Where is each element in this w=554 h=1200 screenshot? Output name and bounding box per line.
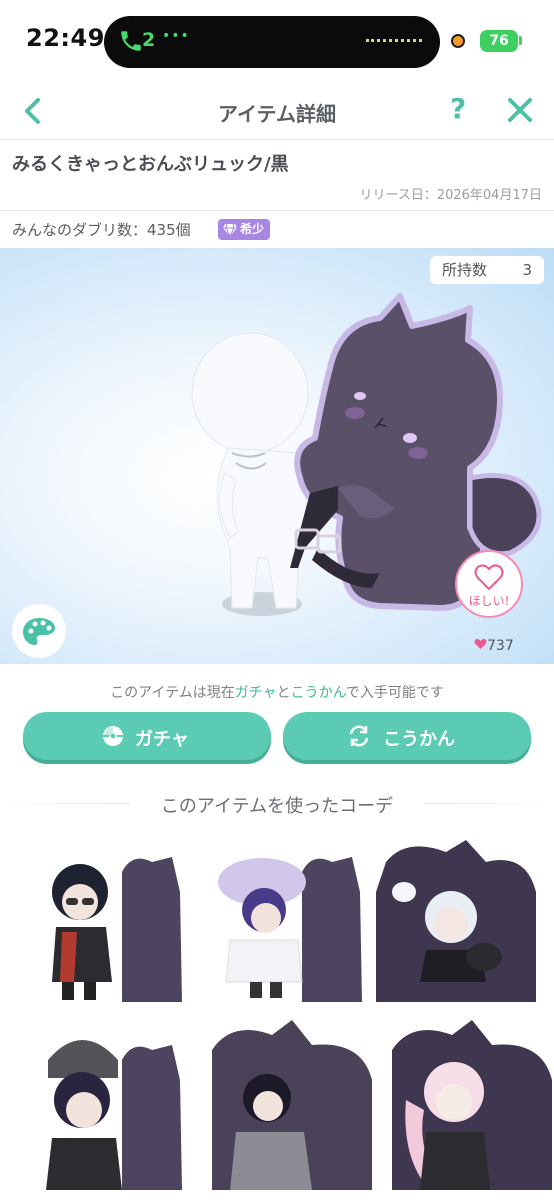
section-divider-right (424, 803, 554, 804)
dynamic-island[interactable]: 2 ••• (104, 16, 440, 68)
want-label: ほしい! (468, 594, 510, 608)
availability-gacha: ガチャ (234, 685, 277, 701)
gacha-capsule-icon (103, 726, 123, 746)
avatar-thumbnail-image (212, 1020, 372, 1190)
section-title: このアイテムを使ったコーデ (160, 796, 394, 817)
avatar-thumbnail-image (376, 840, 536, 1002)
diamond-icon (223, 223, 237, 237)
item-name: みるくきゃっとおんぶリュック/黒 (12, 154, 289, 175)
heart-icon (474, 639, 487, 649)
like-count-value: 737 (487, 638, 514, 654)
palette-button[interactable] (12, 604, 66, 658)
rarity-label: 希少 (240, 222, 265, 236)
audio-wave-icon (366, 39, 422, 43)
coordinate-thumbnail[interactable] (22, 832, 182, 1002)
availability-prefix: このアイテムは現在 (110, 685, 235, 701)
call-dots-icon: ••• (162, 28, 190, 44)
coordinate-thumbnail[interactable] (212, 1020, 372, 1190)
call-count: 2 (142, 29, 156, 51)
mic-indicator-icon (451, 34, 465, 48)
page-title: アイテム詳細 (218, 102, 336, 126)
phone-icon (121, 31, 141, 51)
coordinate-thumbnail[interactable] (22, 1020, 182, 1190)
clock: 22:49 (26, 24, 105, 52)
close-icon[interactable] (504, 94, 536, 126)
trade-button-label: こうかん (383, 729, 455, 750)
rarity-badge: 希少 (218, 219, 271, 240)
gacha-button[interactable]: ガチャ (23, 712, 271, 760)
duplicate-count: みんなのダブリ数：435個 (12, 221, 191, 239)
palette-icon (23, 618, 55, 645)
coordinate-thumbnail[interactable] (202, 832, 362, 1002)
divider (0, 210, 554, 211)
status-bar: 22:49 2 ••• 76 (0, 0, 554, 82)
heart-outline-icon (474, 564, 504, 591)
coordinate-thumbnail[interactable] (376, 832, 536, 1002)
exchange-icon (349, 725, 369, 747)
availability-trade: こうかん (290, 685, 346, 701)
trade-button[interactable]: こうかん (283, 712, 531, 760)
avatar-thumbnail-image (392, 1020, 552, 1190)
availability-middle: と (276, 685, 291, 701)
battery-tip-icon (519, 36, 522, 45)
avatar-thumbnail-image (218, 857, 362, 1002)
avatar-thumbnail-image (52, 857, 182, 1002)
like-count: 737 (474, 638, 514, 654)
item-preview: 所持数 3 ほしい! 737 (0, 248, 554, 664)
want-button[interactable]: ほしい! (455, 550, 523, 618)
release-date: リリース日：2026年04月17日 (359, 188, 542, 203)
help-icon[interactable]: ? (450, 92, 466, 125)
avatar-thumbnail-image (46, 1040, 182, 1190)
availability-suffix: で入手可能です (345, 685, 444, 701)
gacha-button-label: ガチャ (135, 729, 189, 750)
availability-text: このアイテムは現在ガチャとこうかんで入手可能です (0, 682, 554, 702)
nav-bar: アイテム詳細 ? (0, 82, 554, 140)
battery-level: 76 (480, 30, 518, 52)
coordinate-thumbnail[interactable] (392, 1020, 552, 1190)
